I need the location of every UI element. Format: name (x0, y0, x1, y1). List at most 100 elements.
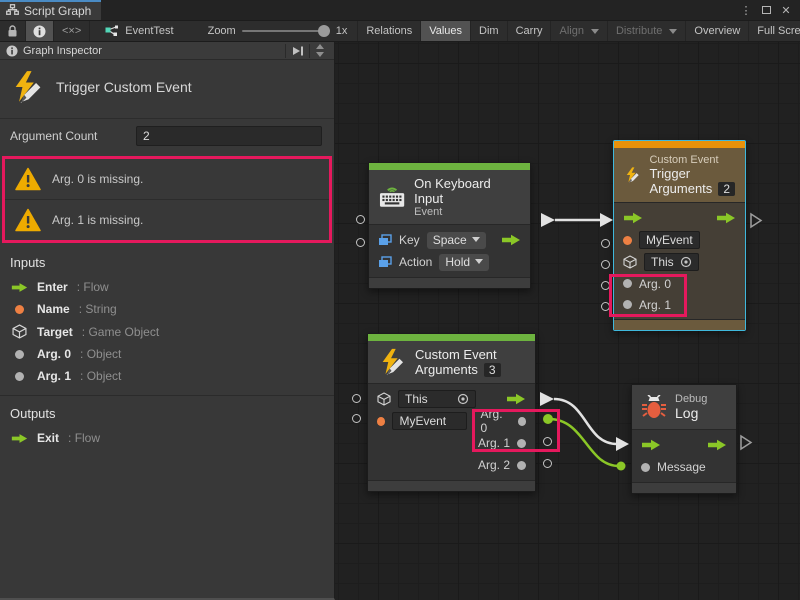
graph-breadcrumb[interactable]: EventTest (90, 21, 183, 41)
flow-continuation-icon (741, 436, 751, 449)
graph-inspector-panel: Graph Inspector Trigger C (0, 42, 335, 600)
flow-input-port[interactable] (641, 439, 661, 451)
connection-source-arrow (541, 213, 555, 227)
message-row: Message (632, 456, 736, 478)
flow-input-port[interactable] (623, 212, 643, 224)
dropdown-arrow-icon (591, 29, 599, 34)
value-port-icon[interactable] (641, 463, 650, 472)
dock-icon (291, 46, 304, 56)
connection-arrowhead (616, 437, 629, 451)
input-row-target: TargetGame Object (0, 320, 334, 343)
zoom-slider[interactable] (242, 30, 330, 32)
inspector-header: Graph Inspector (0, 42, 334, 60)
align-button[interactable]: Align (551, 21, 607, 41)
port-keyboard-key[interactable] (356, 215, 365, 224)
port-type: Object (80, 347, 121, 361)
graph-icon (104, 25, 119, 38)
port-trigger-target[interactable] (601, 260, 610, 269)
port-type: Flow (77, 280, 109, 294)
node-on-keyboard-input[interactable]: On Keyboard Input Event Key Space Acti (368, 162, 531, 289)
target-field[interactable]: This (644, 253, 699, 271)
key-dropdown[interactable]: Space (427, 232, 486, 249)
cube-icon[interactable] (377, 392, 391, 406)
node-title: On Keyboard Input (414, 176, 520, 206)
flow-arrow-icon (10, 433, 28, 444)
overview-button[interactable]: Overview (686, 21, 749, 41)
code-view-button[interactable]: <×> (54, 21, 90, 41)
node-debug-log[interactable]: Debug Log Message (631, 384, 737, 494)
target-field[interactable]: This (398, 390, 476, 408)
node-color-bar (369, 163, 530, 170)
values-button[interactable]: Values (421, 21, 471, 41)
event-name-field[interactable]: MyEvent (639, 231, 700, 249)
full-screen-button[interactable]: Full Screen (749, 21, 800, 41)
inspector-toggle-button[interactable] (26, 21, 54, 41)
input-row-arg0: Arg. 0Object (0, 343, 334, 365)
flow-output-port[interactable] (506, 393, 526, 405)
zoom-slider-knob[interactable] (318, 25, 330, 37)
event-name-field[interactable]: MyEvent (392, 412, 466, 430)
zoom-control: Zoom 1x (198, 21, 358, 41)
node-title-line1: Trigger (649, 166, 735, 181)
relations-button[interactable]: Relations (358, 21, 421, 41)
node-color-bar (614, 141, 745, 148)
node-title: Custom Event (415, 347, 501, 362)
cube-icon[interactable] (623, 255, 637, 269)
info-icon (33, 25, 46, 38)
flow-output-port[interactable] (707, 439, 727, 451)
window-menu-button[interactable]: ⋮ (738, 2, 754, 18)
outputs-header: Outputs (0, 396, 334, 427)
carry-button[interactable]: Carry (508, 21, 552, 41)
port-custom-target[interactable] (352, 394, 361, 403)
message-label: Message (657, 460, 706, 474)
port-custom-arg2[interactable] (543, 459, 552, 468)
value-port-icon (10, 372, 28, 381)
port-custom-name[interactable] (352, 414, 361, 423)
value-port-icon[interactable] (517, 461, 526, 470)
input-action-icon (378, 256, 392, 268)
tab-script-graph[interactable]: Script Graph (0, 0, 101, 20)
warning-icon (15, 167, 41, 191)
string-port-icon[interactable] (623, 236, 632, 245)
object-picker-icon[interactable] (457, 393, 469, 405)
input-action-icon (378, 234, 392, 246)
flow-row (632, 434, 736, 456)
close-button[interactable]: ✕ (778, 2, 794, 18)
connection-flow (554, 399, 617, 444)
node-color-bar (368, 334, 535, 341)
panel-spinner[interactable] (310, 42, 330, 59)
dock-panel-button[interactable] (285, 44, 310, 58)
port-name: Exit (37, 431, 59, 445)
port-type: Object (80, 369, 121, 383)
port-trigger-name[interactable] (601, 239, 610, 248)
flow-output-port[interactable] (716, 212, 736, 224)
object-picker-icon[interactable] (680, 256, 692, 268)
dim-button[interactable]: Dim (471, 21, 508, 41)
port-type: Flow (68, 431, 100, 445)
output-row-exit: Exit Flow (0, 427, 334, 449)
flow-row (614, 207, 745, 229)
port-name: Enter (37, 280, 68, 294)
graph-canvas[interactable]: On Keyboard Input Event Key Space Acti (335, 42, 800, 600)
argument-count-label: Argument Count (10, 129, 128, 143)
argument-count-input[interactable] (136, 126, 322, 146)
flow-continuation-icon (751, 214, 761, 227)
warnings-annotation-box: Arg. 0 is missing. Arg. 1 is missing. (2, 156, 332, 243)
keyboard-icon (379, 186, 405, 208)
spinner-down-icon (316, 52, 324, 57)
node-title-line2: Arguments 3 (415, 362, 501, 377)
flow-output-port[interactable] (501, 234, 521, 246)
action-dropdown[interactable]: Hold (439, 254, 489, 271)
graph-toolbar: <×> EventTest Zoom 1x Relations Values D… (0, 20, 800, 42)
key-row: Key Space (369, 229, 530, 251)
warning-arg1: Arg. 1 is missing. (5, 199, 329, 240)
distribute-button[interactable]: Distribute (608, 21, 686, 41)
warning-icon (15, 208, 41, 232)
lock-button[interactable] (0, 21, 26, 41)
connection-arrowhead (600, 213, 613, 227)
graph-name: EventTest (125, 25, 173, 37)
string-port-icon[interactable] (377, 417, 385, 426)
port-keyboard-action[interactable] (356, 238, 365, 247)
maximize-button[interactable] (758, 2, 774, 18)
info-icon (6, 45, 18, 57)
